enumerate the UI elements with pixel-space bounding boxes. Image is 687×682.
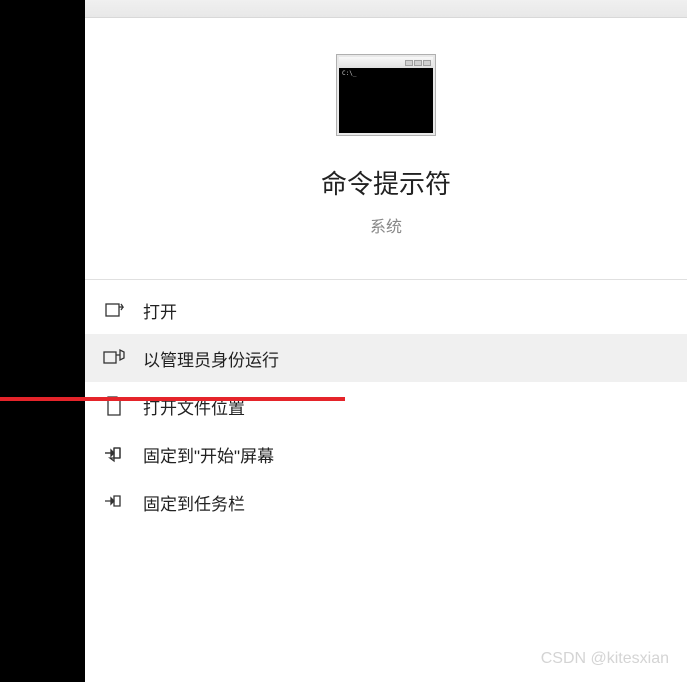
menu-item-pin-taskbar[interactable]: 固定到任务栏 [85,478,687,526]
cmd-thumbnail-icon[interactable]: C:\_ [336,54,436,136]
menu-label: 固定到"开始"屏幕 [143,442,274,467]
open-icon [103,299,125,321]
window-top-bar [85,0,687,18]
annotation-underline [0,397,345,401]
section-divider [85,279,687,280]
menu-label: 打开 [143,298,177,323]
thumb-max-icon [414,60,422,66]
context-menu: 打开 以管理员身份运行 打开文件位置 [85,286,687,526]
pin-start-icon [103,443,125,465]
app-thumbnail-wrap: C:\_ [85,54,687,136]
menu-item-open[interactable]: 打开 [85,286,687,334]
thumb-titlebar [339,57,433,68]
menu-item-run-as-admin[interactable]: 以管理员身份运行 [85,334,687,382]
menu-label: 固定到任务栏 [143,490,245,515]
thumb-console-area: C:\_ [339,68,433,133]
thumb-prompt-text: C:\_ [342,70,356,77]
left-black-panel [0,0,85,682]
menu-item-pin-start[interactable]: 固定到"开始"屏幕 [85,430,687,478]
thumb-min-icon [405,60,413,66]
watermark-text: CSDN @kitesxian [541,650,669,668]
thumb-close-icon [423,60,431,66]
app-subtitle: 系统 [85,213,687,237]
menu-label: 以管理员身份运行 [143,346,279,371]
pin-taskbar-icon [103,491,125,513]
menu-item-file-location[interactable]: 打开文件位置 [85,382,687,430]
app-title: 命令提示符 [85,164,687,201]
main-panel: C:\_ 命令提示符 系统 打开 以管理员身份运 [85,18,687,682]
run-admin-icon [103,347,125,369]
